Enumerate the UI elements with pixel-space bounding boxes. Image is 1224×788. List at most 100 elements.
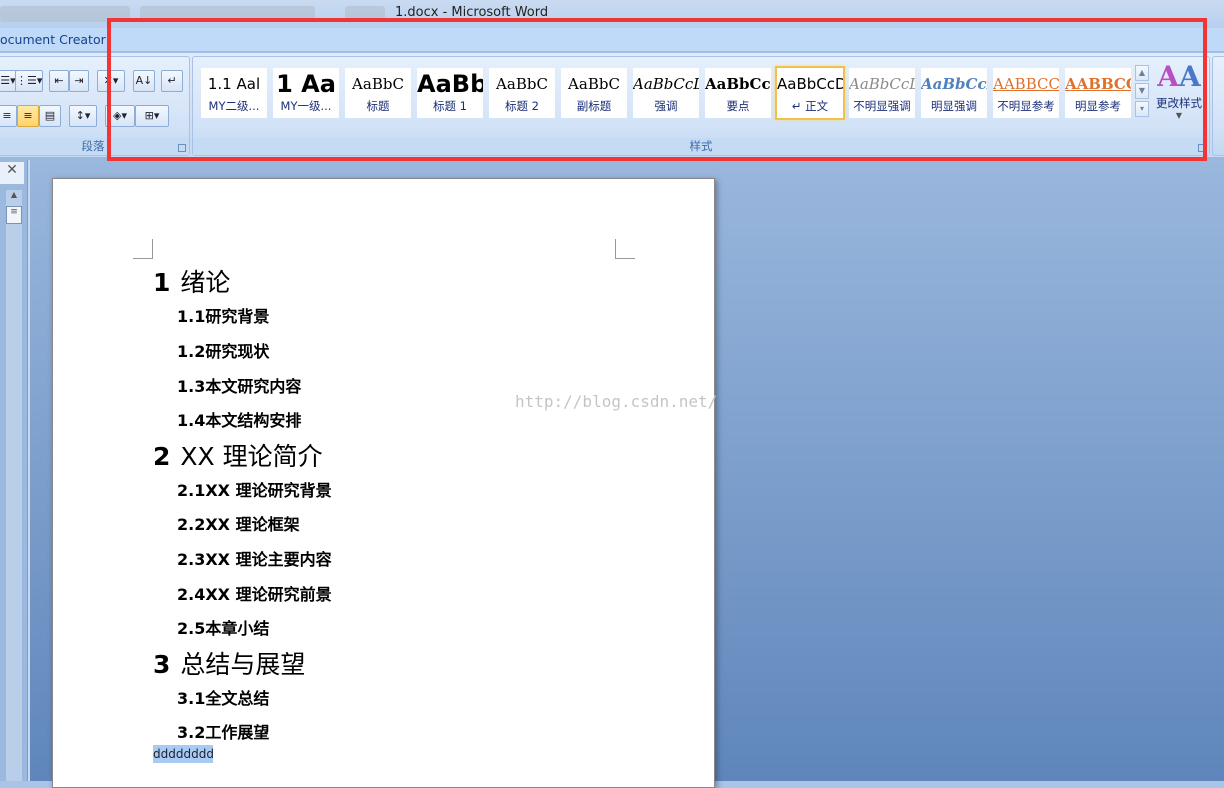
- heading-text: XX 理论研究前景: [205, 585, 332, 604]
- style-item[interactable]: AaBbC 副标题: [561, 68, 627, 118]
- shading-button[interactable]: ◈▾: [105, 105, 135, 127]
- borders-button[interactable]: ⊞▾: [135, 105, 169, 127]
- style-item[interactable]: AaBbCcD 要点: [705, 68, 771, 118]
- distributed-button[interactable]: ▤: [39, 105, 61, 127]
- style-preview: AABBCCDD: [993, 75, 1059, 93]
- style-name: ↵ 正文: [791, 99, 829, 113]
- style-name: 明显参考: [1075, 99, 1121, 113]
- vertical-scrollbar[interactable]: ▲ ≡: [6, 190, 22, 781]
- styles-scroll-down-button[interactable]: ▼: [1135, 83, 1149, 99]
- heading-2[interactable]: 2.1XX 理论研究背景: [177, 477, 332, 501]
- ribbon: ☰▾ ⋮☰▾ ⇤ ⇥ ✕▾ A↓ ↵ ≡ ≡ ▤ ↕▾ ◈▾ ⊞▾ 段落 . 1…: [0, 53, 1224, 157]
- sort-button[interactable]: A↓: [133, 70, 155, 92]
- text-direction-button[interactable]: ✕▾: [97, 70, 125, 92]
- style-item[interactable]: AaBbC 标题: [345, 68, 411, 118]
- style-preview: AaBbCcDd: [849, 75, 915, 93]
- selected-text[interactable]: dddddddd: [153, 745, 214, 763]
- style-item[interactable]: AaBbCcDd 强调: [633, 68, 699, 118]
- heading-text: 本文结构安排: [205, 411, 302, 430]
- style-item[interactable]: 1 Aa MY一级...: [273, 68, 339, 118]
- style-item[interactable]: AABBCCDD 不明显参考: [993, 68, 1059, 118]
- increase-indent-button[interactable]: ⇥: [69, 70, 89, 92]
- style-name: 不明显强调: [853, 99, 911, 113]
- chevron-down-icon: ▼: [1175, 111, 1183, 120]
- heading-number: 3.2: [177, 723, 206, 742]
- blurred-window-tab[interactable]: [345, 6, 385, 22]
- heading-2[interactable]: 3.2工作展望: [177, 719, 269, 743]
- style-preview: 1 Aa: [276, 70, 336, 98]
- heading-number: 2.1: [177, 481, 206, 500]
- style-item[interactable]: 1.1 Aal MY二级...: [201, 68, 267, 118]
- style-item[interactable]: AABBCCI 明显参考: [1065, 68, 1131, 118]
- style-name: MY二级...: [208, 99, 260, 113]
- style-item[interactable]: AaBb 标题 1: [417, 68, 483, 118]
- heading-text: 研究现状: [205, 342, 270, 361]
- style-preview: AaBbCcD: [705, 75, 771, 93]
- heading-1[interactable]: 1 绪论: [153, 263, 230, 299]
- heading-number: 3: [153, 650, 171, 679]
- heading-2[interactable]: 2.5本章小结: [177, 615, 269, 639]
- heading-2[interactable]: 1.3本文研究内容: [177, 373, 301, 397]
- multilevel-list-button[interactable]: ⋮☰▾: [15, 70, 43, 92]
- line-spacing-button[interactable]: ↕▾: [69, 105, 97, 127]
- heading-number: 2.4: [177, 585, 206, 604]
- heading-2[interactable]: 3.1全文总结: [177, 685, 269, 709]
- blurred-window-tab[interactable]: [140, 6, 315, 22]
- heading-text: 研究背景: [205, 307, 270, 326]
- heading-2[interactable]: 1.1研究背景: [177, 303, 269, 327]
- style-preview: AABBCCI: [1065, 75, 1131, 93]
- change-styles-button[interactable]: AA 更改样式 ▼: [1151, 59, 1207, 129]
- style-preview: AaBbCcDd: [921, 75, 987, 93]
- heading-1[interactable]: 3 总结与展望: [153, 645, 305, 681]
- style-name: 不明显参考: [997, 99, 1055, 113]
- paragraph-group: ☰▾ ⋮☰▾ ⇤ ⇥ ✕▾ A↓ ↵ ≡ ≡ ▤ ↕▾ ◈▾ ⊞▾ 段落 .: [0, 56, 190, 156]
- watermark: http://blog.csdn.net/: [515, 392, 718, 411]
- style-item[interactable]: AaBbC 标题 2: [489, 68, 555, 118]
- scroll-up-icon[interactable]: ▲: [6, 190, 22, 199]
- align-right-button[interactable]: ≡: [0, 105, 17, 127]
- heading-number: 1: [153, 268, 171, 297]
- styles-group: 1.1 Aal MY二级... 1 Aa MY一级... AaBbC 标题 AaBb 标题 1…: [192, 56, 1210, 156]
- close-pane-icon[interactable]: ✕: [0, 162, 24, 184]
- style-name: 要点: [726, 99, 750, 113]
- styles-scroll-up-button[interactable]: ▲: [1135, 65, 1149, 81]
- heading-2[interactable]: 1.2研究现状: [177, 338, 269, 362]
- editing-group-partial: [1212, 56, 1224, 156]
- justify-button[interactable]: ≡: [17, 105, 39, 127]
- heading-2[interactable]: 2.3XX 理论主要内容: [177, 546, 332, 570]
- style-item[interactable]: AaBbCcDd 不明显强调: [849, 68, 915, 118]
- heading-2[interactable]: 2.4XX 理论研究前景: [177, 581, 332, 605]
- style-name: 强调: [654, 99, 678, 113]
- heading-number: 1.4: [177, 411, 206, 430]
- show-marks-button[interactable]: ↵: [161, 70, 183, 92]
- heading-1[interactable]: 2 XX 理论简介: [153, 437, 323, 473]
- heading-text: 本文研究内容: [205, 377, 302, 396]
- heading-number: 2: [153, 442, 171, 471]
- styles-group-label: 样式: [193, 138, 1209, 155]
- style-name: 明显强调: [931, 99, 977, 113]
- blurred-window-tab[interactable]: [0, 6, 130, 22]
- heading-2[interactable]: 1.4本文结构安排: [177, 407, 301, 431]
- styles-more-button[interactable]: ▾: [1135, 101, 1149, 117]
- style-item[interactable]: AaBbCcDd 明显强调: [921, 68, 987, 118]
- heading-text: 绪论: [180, 268, 231, 297]
- scrollbar-thumb[interactable]: ≡: [6, 206, 22, 224]
- dialog-launcher-icon[interactable]: .: [1198, 144, 1206, 152]
- pane-divider[interactable]: [28, 160, 30, 781]
- heading-2[interactable]: 2.2XX 理论框架: [177, 511, 300, 535]
- dialog-launcher-icon[interactable]: .: [178, 144, 186, 152]
- heading-number: 1.2: [177, 342, 206, 361]
- heading-text: 工作展望: [205, 723, 270, 742]
- change-styles-label: 更改样式: [1156, 96, 1202, 110]
- decrease-indent-button[interactable]: ⇤: [49, 70, 69, 92]
- title-bar: 1.docx - Microsoft Word: [0, 0, 1224, 28]
- style-name: 副标题: [576, 99, 612, 113]
- style-preview: AaBbC: [568, 75, 620, 93]
- document-page[interactable]: 1 绪论 1.1研究背景 1.2研究现状 1.3本文研究内容 1.4本文结构安排 2 XX 理…: [52, 178, 715, 788]
- style-preview: AaBbCcDd: [633, 75, 699, 93]
- style-item[interactable]: AaBbCcDd ↵ 正文: [775, 66, 845, 120]
- heading-text: 总结与展望: [180, 650, 306, 679]
- style-name: 标题: [366, 99, 390, 113]
- tab-document-creator[interactable]: ocument Creator: [0, 32, 106, 47]
- heading-text: XX 理论主要内容: [205, 550, 332, 569]
